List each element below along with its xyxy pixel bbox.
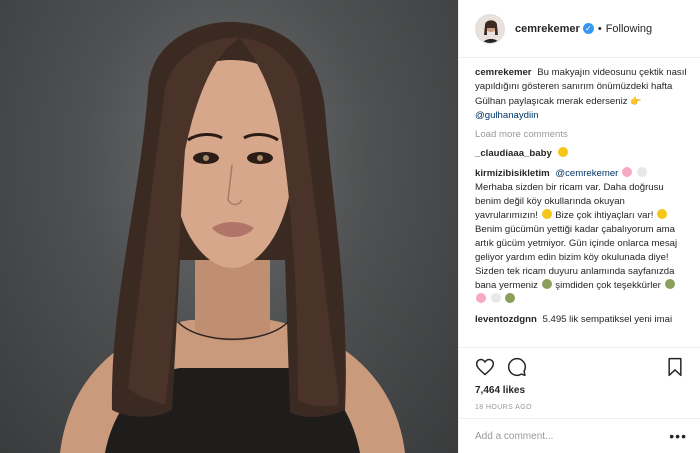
action-icons <box>475 356 685 378</box>
post-actions: 7,464 likes 18 HOURS AGO <box>459 347 700 415</box>
comment-text: Bize çok ihtiyaçları var! <box>555 210 654 221</box>
header-username[interactable]: cemrekemer <box>515 23 580 35</box>
caption-mention[interactable]: @gulhanaydiin <box>475 110 539 121</box>
follow-status-button[interactable]: Following <box>606 23 652 35</box>
comment-item: leventozdgnn 5.495 lik sempatiksel yeni … <box>475 313 689 327</box>
caption-username[interactable]: cemrekemer <box>475 67 532 78</box>
comment-item: kirmizibisikletim @cemrekemer Merhaba si… <box>475 167 689 307</box>
caption: cemrekemer Bu makyajın videosunu çektik … <box>475 66 689 123</box>
flower-emoji-icon <box>476 293 486 303</box>
verified-icon: ✓ <box>582 23 594 34</box>
avatar[interactable] <box>475 13 505 44</box>
more-icon[interactable]: ••• <box>669 428 687 444</box>
comment-mention[interactable]: @cemrekemer <box>555 168 618 179</box>
flower-emoji-icon <box>622 167 633 177</box>
header-separator: • <box>597 22 602 35</box>
comment-text: 5.495 lik sempatiksel yeni imai <box>542 314 673 325</box>
load-more-comments-button[interactable]: Load more comments <box>475 129 689 140</box>
heart-icon[interactable] <box>475 357 495 377</box>
likes-count[interactable]: 7,464 likes <box>475 385 685 396</box>
pointing-hand-emoji-icon: 👉 <box>630 96 642 106</box>
bookmark-icon[interactable] <box>665 357 685 377</box>
face-emoji-icon <box>657 209 668 219</box>
add-comment-bar: ••• <box>459 418 700 453</box>
face-emoji-icon <box>541 209 552 219</box>
person-emoji-icon <box>664 279 675 289</box>
add-comment-input[interactable] <box>475 430 670 442</box>
person-emoji-icon <box>505 293 516 303</box>
post-sidebar: cemrekemer ✓ • Following cemrekemer Bu m… <box>458 0 700 453</box>
post-timestamp[interactable]: 18 HOURS AGO <box>475 404 685 411</box>
heart-eyes-emoji-icon <box>558 147 569 157</box>
person-emoji-icon <box>541 279 552 289</box>
sparkle-emoji-icon <box>636 167 647 177</box>
comment-username[interactable]: leventozdgnn <box>475 314 537 325</box>
comments-list[interactable]: cemrekemer Bu makyajın videosunu çektik … <box>459 59 700 347</box>
comment-item: _claudiaaa_baby <box>475 147 689 161</box>
comment-icon[interactable] <box>507 357 527 377</box>
comment-username[interactable]: kirmizibisikletim <box>475 168 550 179</box>
sparkle-emoji-icon <box>490 293 501 303</box>
post-photo[interactable] <box>0 0 458 453</box>
comment-text: şimdiden çok teşekkürler <box>555 280 661 291</box>
comment-username[interactable]: _claudiaaa_baby <box>475 148 552 159</box>
post-header: cemrekemer ✓ • Following <box>459 0 700 58</box>
avatar-image <box>476 14 504 43</box>
portrait-illustration <box>60 21 405 453</box>
